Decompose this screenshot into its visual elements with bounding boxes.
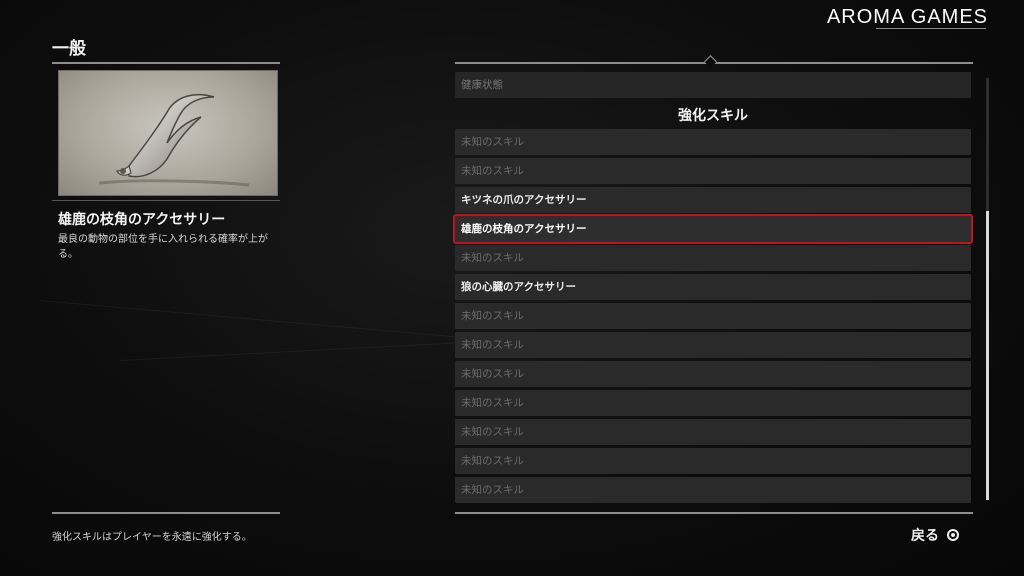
list-item[interactable]: 未知のスキル xyxy=(455,361,971,387)
item-description: 最良の動物の部位を手に入れられる確率が上がる。 xyxy=(58,234,268,260)
list-item[interactable]: 未知のスキル xyxy=(455,419,971,445)
list-item-health[interactable]: 健康状態 xyxy=(455,72,971,98)
scrollbar-thumb[interactable] xyxy=(986,211,989,500)
footer-hint: 強化スキルはプレイヤーを永遠に強化する。 xyxy=(52,532,252,543)
left-bottom-divider xyxy=(52,512,280,514)
list-bottom-divider xyxy=(455,512,973,514)
list-item[interactable]: キツネの爪のアクセサリー xyxy=(455,187,971,213)
watermark-underline xyxy=(876,28,986,29)
back-button-label: 戻る xyxy=(911,528,939,544)
list-top-marker xyxy=(704,55,717,68)
list-item[interactable]: 未知のスキル xyxy=(455,332,971,358)
list-item[interactable]: 未知のスキル xyxy=(455,303,971,329)
list-item[interactable]: 狼の心臓のアクセサリー xyxy=(455,274,971,300)
publisher-watermark: AROMA GAMES xyxy=(826,6,988,28)
left-top-divider xyxy=(52,62,280,64)
item-image-frame xyxy=(58,70,278,196)
list-item[interactable]: 未知のスキル xyxy=(455,448,971,474)
item-name: 雄鹿の枝角のアクセサリー xyxy=(58,212,226,228)
circle-button-icon xyxy=(947,529,959,541)
list-heading: 強化スキル xyxy=(678,108,748,124)
list-item[interactable]: 未知のスキル xyxy=(455,477,971,503)
section-title: 一般 xyxy=(52,39,86,59)
list-item[interactable]: 未知のスキル xyxy=(455,158,971,184)
back-button[interactable]: 戻る xyxy=(911,525,959,545)
left-mid-divider xyxy=(52,200,280,201)
list-item[interactable]: 未知のスキル xyxy=(455,245,971,271)
list-item[interactable]: 未知のスキル xyxy=(455,129,971,155)
antler-accessory-icon xyxy=(98,93,250,187)
list-item-selected[interactable]: 雄鹿の枝角のアクセサリー xyxy=(453,214,973,244)
list-item[interactable]: 未知のスキル xyxy=(455,390,971,416)
